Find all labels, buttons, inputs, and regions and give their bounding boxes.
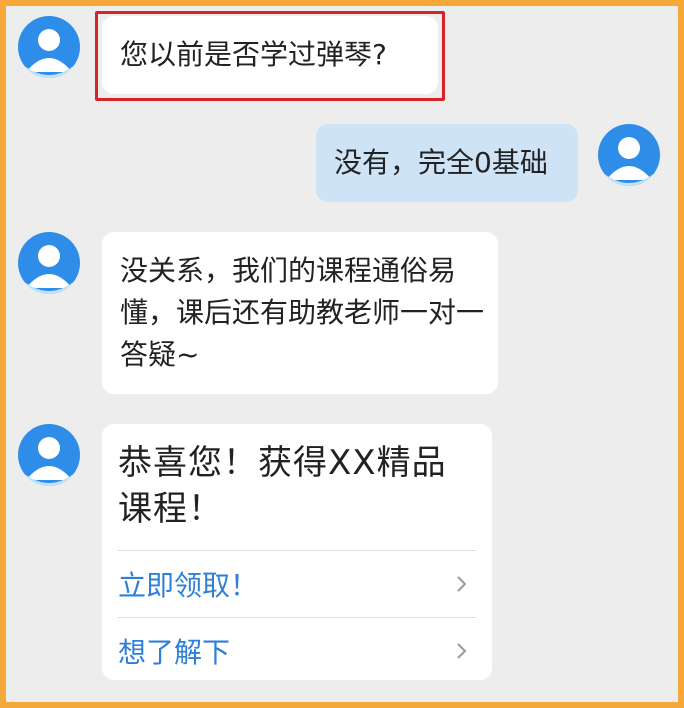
chat-window: 您以前是否学过弹琴? 没有，完全0基础 没关系，我们的课程通俗易懂，课后还有助教… <box>6 6 678 702</box>
link-label: 立即领取！ <box>118 569 259 602</box>
agent-avatar-icon <box>18 424 80 486</box>
card-title: 恭喜您！获得XX精品课程！ <box>118 443 447 529</box>
learn-more-link[interactable]: 想了解下 <box>118 618 476 684</box>
user-message-1: 没有，完全0基础 <box>316 124 578 202</box>
message-text: 没有，完全0基础 <box>334 146 548 179</box>
chevron-right-icon <box>457 643 467 659</box>
user-avatar-icon <box>598 124 660 186</box>
agent-message-2: 没关系，我们的课程通俗易懂，课后还有助教老师一对一答疑~ <box>102 232 498 394</box>
claim-course-link[interactable]: 立即领取！ <box>118 551 476 617</box>
agent-avatar-icon <box>18 232 80 294</box>
highlight-box <box>95 11 445 101</box>
message-text: 没关系，我们的课程通俗易懂，课后还有助教老师一对一答疑~ <box>120 254 485 371</box>
agent-avatar-icon <box>18 16 80 78</box>
link-label: 想了解下 <box>118 636 231 669</box>
course-card: 恭喜您！获得XX精品课程！ 立即领取！ 想了解下 <box>102 424 492 680</box>
chevron-right-icon <box>457 576 467 592</box>
